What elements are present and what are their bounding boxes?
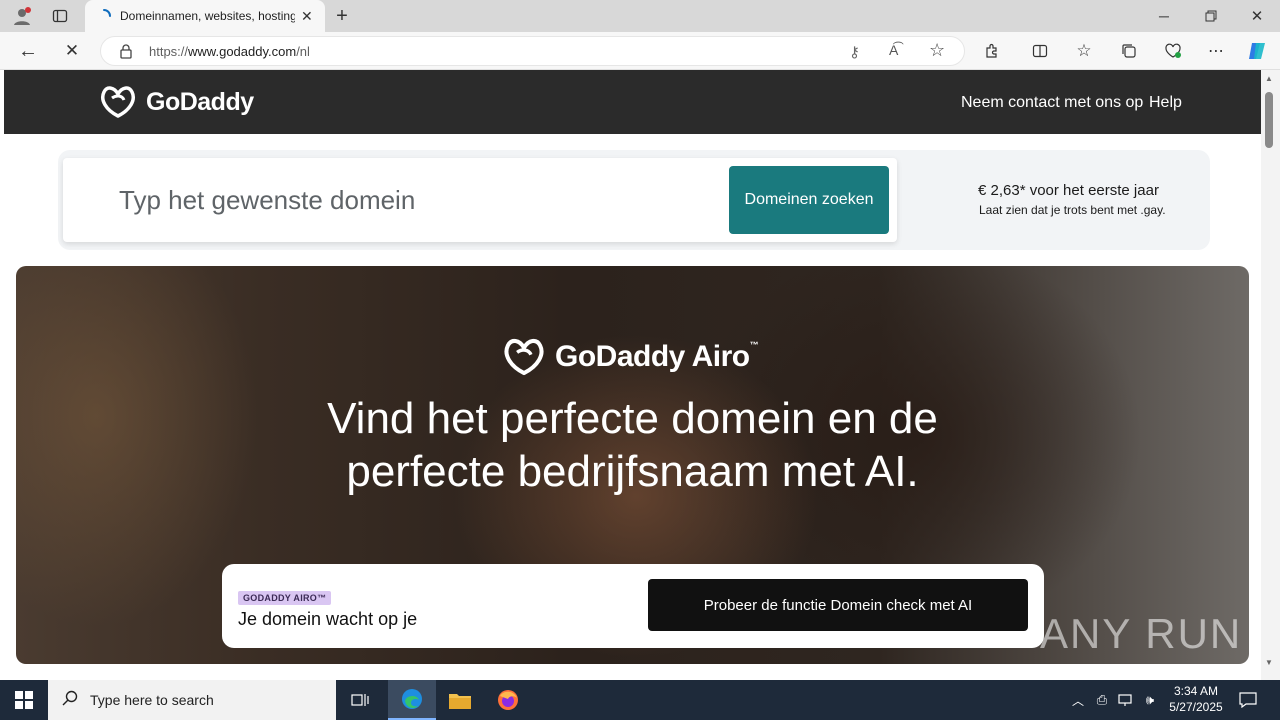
taskbar-clock[interactable]: 3:34 AM 5/27/2025 [1160, 683, 1232, 715]
airo-badge: GODADDY AIRO™ [238, 591, 332, 605]
help-link[interactable]: Help [1149, 94, 1182, 112]
domain-search-card: Domeinen zoeken [63, 158, 897, 242]
edge-taskbar-icon[interactable] [388, 680, 436, 720]
contact-link[interactable]: Neem contact met ons op [961, 94, 1143, 112]
hero-headline-line1: Vind het perfecte domein en de [327, 394, 938, 443]
split-screen-icon[interactable] [1028, 38, 1052, 64]
file-explorer-icon[interactable] [436, 680, 484, 720]
hero-headline: Vind het perfecte domein en de perfecte … [16, 392, 1249, 498]
windows-start-icon[interactable] [0, 680, 48, 720]
tray-chevron-icon[interactable]: ︿ [1068, 688, 1088, 712]
back-icon[interactable]: ← [14, 38, 42, 64]
tab-title: Domeinnamen, websites, hosting [120, 9, 295, 23]
scroll-down-icon[interactable]: ▼ [1265, 658, 1273, 667]
anyrun-watermark-text: ANY RUN [1040, 610, 1243, 657]
domain-search-input[interactable] [119, 172, 719, 228]
url-text[interactable]: https://www.godaddy.com/nl [149, 44, 310, 59]
volume-icon[interactable]: 🕪 [1140, 688, 1160, 712]
airo-logo: GoDaddy Airo™ [501, 336, 759, 378]
read-aloud-icon[interactable]: A͡ [889, 42, 898, 58]
task-view-icon[interactable] [344, 688, 376, 712]
try-ai-domain-check-button[interactable]: Probeer de functie Domein check met AI [648, 579, 1028, 631]
clock-time: 3:34 AM [1173, 684, 1219, 698]
copilot-icon[interactable] [1245, 39, 1269, 63]
new-tab-icon[interactable]: + [330, 4, 354, 28]
close-window-icon[interactable]: ✕ [1243, 4, 1271, 28]
airo-logo-icon [504, 339, 544, 376]
tab-godaddy[interactable]: Domeinnamen, websites, hosting ✕ [85, 0, 325, 32]
airo-cta-card: GODADDY AIRO™ Je domein wacht op je Prob… [222, 564, 1044, 648]
taskbar-search-placeholder: Type here to search [90, 692, 214, 708]
collections-icon[interactable] [1117, 38, 1141, 64]
tab-actions-icon[interactable] [48, 4, 72, 28]
godaddy-logo[interactable]: GoDaddy [146, 88, 254, 117]
promo-price: € 2,63* voor het eerste jaar [978, 182, 1159, 199]
minimize-icon[interactable]: ─ [1150, 4, 1178, 28]
page-viewport: GoDaddy Neem contact met ons op Help Dom… [0, 70, 1280, 680]
network-icon[interactable] [1116, 688, 1136, 712]
url-prefix: https:// [149, 44, 189, 59]
windows-taskbar: Type here to search ︿ ⎙ 🕪 3:34 AM 5/27/2… [0, 680, 1280, 720]
search-domains-button[interactable]: Domeinen zoeken [729, 166, 889, 234]
loading-icon [97, 9, 111, 28]
extensions-icon[interactable] [980, 38, 1004, 64]
notifications-icon[interactable] [1236, 688, 1260, 712]
favorite-star-icon[interactable]: ☆ [929, 40, 945, 61]
scrollbar-thumb[interactable] [1265, 92, 1273, 148]
anyrun-watermark: ANY RUN [1040, 610, 1242, 658]
airo-logo-text: GoDaddy Airo™ [555, 340, 759, 374]
taskbar-search-box[interactable]: Type here to search [48, 680, 336, 720]
site-header: GoDaddy Neem contact met ons op Help [4, 70, 1261, 134]
taskbar-search-icon [62, 690, 78, 711]
key-icon[interactable]: ⚷ [849, 43, 860, 61]
tray-device-icon[interactable]: ⎙ [1092, 688, 1112, 712]
restore-icon[interactable] [1197, 4, 1225, 28]
godaddy-logo-icon[interactable] [98, 84, 138, 125]
clock-date: 5/27/2025 [1169, 700, 1223, 714]
close-tab-icon[interactable]: ✕ [301, 8, 313, 25]
airo-logo-label: GoDaddy Airo [555, 340, 750, 373]
lock-icon[interactable] [119, 44, 133, 64]
scroll-up-icon[interactable]: ▲ [1265, 74, 1273, 83]
address-bar[interactable]: https://www.godaddy.com/nl ⚷ A͡ ☆ [100, 36, 965, 66]
browser-tab-bar: Domeinnamen, websites, hosting ✕ + ─ ✕ [0, 0, 1280, 32]
airo-card-title: Je domein wacht op je [238, 609, 418, 629]
hero-headline-line2: perfecte bedrijfsnaam met AI. [346, 447, 919, 496]
page-scrollbar[interactable]: ▲ ▼ [1261, 70, 1280, 680]
stop-loading-icon[interactable]: ✕ [58, 38, 86, 64]
more-menu-icon[interactable]: ⋯ [1204, 38, 1228, 64]
hero-banner: GoDaddy Airo™ Vind het perfecte domein e… [16, 266, 1249, 664]
browser-essentials-icon[interactable] [1161, 38, 1185, 64]
promo-subtext: Laat zien dat je trots bent met .gay. [979, 203, 1166, 217]
airo-logo-trademark: ™ [749, 340, 759, 350]
address-toolbar: ← ✕ https://www.godaddy.com/nl ⚷ A͡ ☆ ☆ … [0, 32, 1280, 70]
url-host: www.godaddy.com [188, 44, 297, 59]
url-path: /nl [296, 44, 310, 59]
favorites-icon[interactable]: ☆ [1072, 38, 1096, 64]
firefox-icon[interactable] [484, 680, 532, 720]
profile-icon[interactable] [8, 4, 36, 28]
